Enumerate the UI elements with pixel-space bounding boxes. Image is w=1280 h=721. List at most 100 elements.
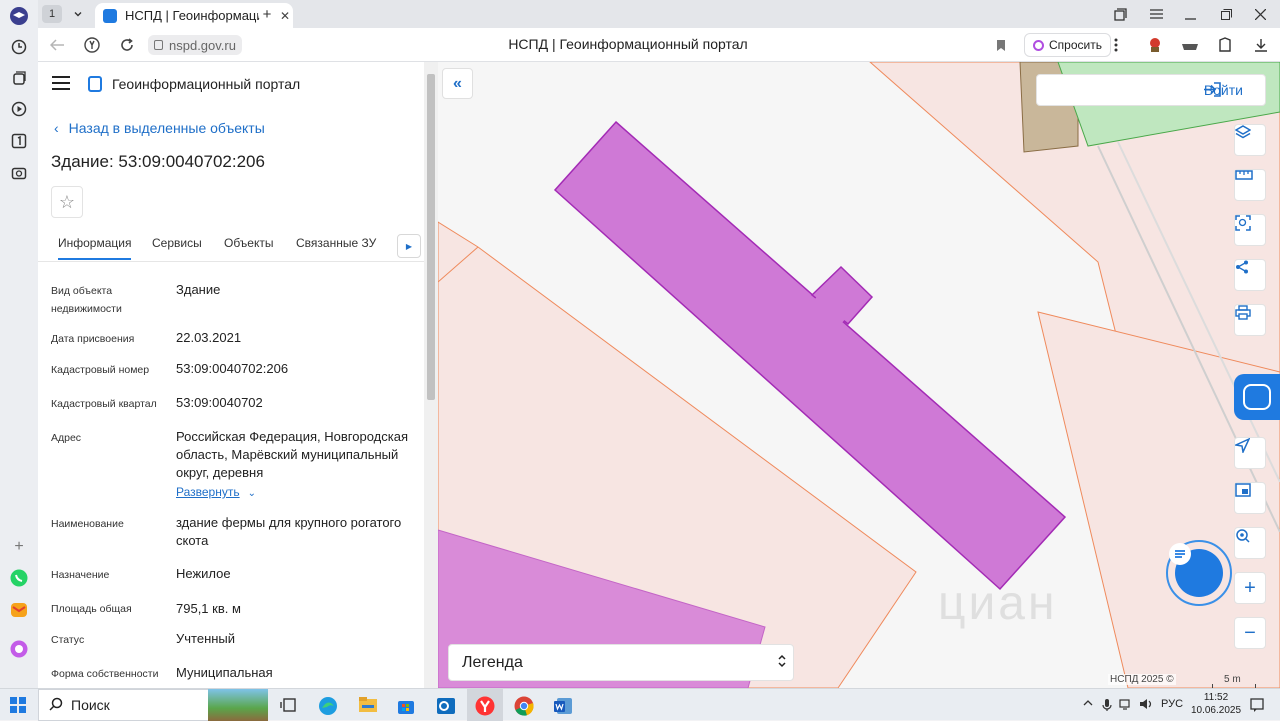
back-to-selected-link[interactable]: ‹ Назад в выделенные объекты [54, 120, 265, 136]
search-label: Поиск [71, 697, 110, 713]
restore-icon[interactable] [1212, 4, 1240, 24]
collapse-panel-icon[interactable]: « [442, 68, 473, 99]
back-arrow-icon[interactable] [46, 35, 68, 55]
share-icon[interactable] [1234, 259, 1266, 291]
task-view-icon[interactable] [280, 696, 300, 714]
property-label: Вид объекта недвижимости [51, 285, 122, 315]
tab-count-button[interactable]: 1 [42, 5, 62, 23]
mail-icon[interactable] [9, 600, 29, 620]
print-icon[interactable] [1234, 304, 1266, 336]
edge-browser-icon[interactable] [318, 696, 338, 715]
tab-strip: 1 НСПД | Геоинформацио ✕ + [38, 0, 1280, 28]
screenshot-icon[interactable] [9, 163, 29, 183]
menu-icon[interactable] [1142, 4, 1170, 24]
notifications-icon[interactable] [1250, 698, 1264, 715]
geolocation-icon[interactable] [1234, 437, 1266, 469]
ask-button[interactable]: Спросить [1024, 33, 1111, 57]
download-icon[interactable] [1250, 35, 1272, 55]
scrollbar-thumb[interactable] [427, 74, 435, 400]
property-label: Площадь общая [51, 603, 132, 615]
tab-objects[interactable]: Объекты [224, 236, 274, 250]
more-options-icon[interactable] [1105, 35, 1127, 55]
bookmark-icon[interactable] [990, 35, 1012, 55]
hamburger-menu-icon[interactable] [52, 76, 70, 90]
page-title: НСПД | Геоинформационный портал [508, 36, 748, 52]
chrome-icon[interactable] [514, 696, 534, 716]
minimap-icon[interactable] [1234, 482, 1266, 514]
tab-title: НСПД | Геоинформацио [125, 8, 271, 23]
zoom-out-icon[interactable]: − [1234, 617, 1266, 649]
property-label: Статус [51, 634, 85, 646]
property-label: Наименование [51, 518, 124, 530]
zoom-in-icon[interactable]: + [1234, 572, 1266, 604]
whatsapp-icon[interactable] [9, 568, 29, 588]
layers-icon[interactable] [1234, 124, 1266, 156]
alice-icon[interactable] [9, 639, 29, 659]
tabs-scroll-right-icon[interactable]: ▶ [397, 234, 421, 258]
login-box: Войти [1036, 74, 1266, 106]
feedback-button[interactable] [1234, 374, 1280, 420]
yandex-icon[interactable] [81, 35, 103, 55]
close-window-icon[interactable] [1246, 4, 1274, 24]
tab-count: 1 [48, 8, 56, 20]
login-button[interactable]: Войти [1203, 82, 1251, 98]
tray-expand-icon[interactable] [1083, 698, 1093, 710]
windows-start-icon[interactable] [10, 697, 26, 713]
windows-taskbar: Поиск РУС 11:52 10.06.2025 [0, 688, 1280, 721]
expand-address-link[interactable]: Развернуть ⌄ [176, 485, 256, 499]
property-label: Кадастровый номер [51, 364, 150, 376]
legend-panel[interactable]: Легенда [448, 644, 794, 681]
tab-information[interactable]: Информация [58, 236, 132, 260]
volume-icon[interactable] [1139, 698, 1153, 713]
property-label: Форма собственности [51, 668, 159, 680]
minimize-icon[interactable] [1176, 4, 1204, 24]
map-canvas[interactable]: циан « Войти + − Легенда НСПД 2025 © 5 m [438, 62, 1280, 688]
tab-related-parcels[interactable]: Связанные ЗУ [296, 236, 376, 250]
profile-icon[interactable] [9, 6, 29, 26]
address-bar: nspd.gov.ru НСПД | Геоинформационный пор… [38, 28, 1280, 62]
url-field[interactable]: nspd.gov.ru [148, 35, 242, 55]
chevron-left-icon: ‹ [54, 120, 59, 136]
hat-extension-icon[interactable] [1179, 35, 1201, 55]
collections-icon[interactable] [9, 68, 29, 88]
alice-ask-icon [1033, 39, 1044, 51]
store-icon[interactable] [396, 696, 416, 714]
property-label: Назначение [51, 569, 110, 581]
add-panel-icon[interactable]: + [9, 537, 29, 557]
panel-scrollbar[interactable] [424, 62, 438, 688]
tab-list-button[interactable] [68, 5, 88, 23]
favorite-star-icon[interactable]: ☆ [51, 186, 83, 218]
ask-label: Спросить [1049, 38, 1102, 52]
network-icon[interactable] [1119, 698, 1133, 713]
search-highlight-image[interactable] [208, 689, 268, 721]
portal-logo-icon [88, 76, 102, 92]
reload-icon[interactable] [116, 35, 138, 55]
property-value: Муниципальная [176, 665, 273, 680]
object-title: Здание: 53:09:0040702:206 [51, 152, 265, 171]
video-icon[interactable] [9, 99, 29, 119]
chat-button[interactable] [1166, 540, 1232, 606]
new-tab-button[interactable]: + [258, 5, 276, 23]
input-language[interactable]: РУС [1161, 698, 1183, 710]
cian-watermark: циан [938, 577, 1058, 630]
tab-services[interactable]: Сервисы [152, 236, 202, 250]
outlook-icon[interactable] [436, 696, 456, 714]
clock[interactable]: 11:52 10.06.2025 [1188, 691, 1244, 717]
extension-icon[interactable] [1144, 35, 1166, 55]
channel-one-icon[interactable] [9, 131, 29, 151]
microphone-icon[interactable] [1102, 698, 1112, 715]
word-icon[interactable] [553, 696, 573, 714]
chat-icon [1169, 543, 1223, 597]
expand-label: Развернуть [176, 485, 240, 499]
history-icon[interactable] [9, 37, 29, 57]
ruler-icon[interactable] [1234, 169, 1266, 201]
location-search-icon[interactable] [1234, 527, 1266, 559]
yandex-browser-icon[interactable] [475, 696, 495, 716]
file-explorer-icon[interactable] [358, 696, 378, 714]
tab-collections-icon[interactable] [1106, 4, 1134, 24]
search-icon [49, 697, 63, 714]
clipboard-icon[interactable] [1214, 35, 1236, 55]
object-info-panel: Геоинформационный портал ‹ Назад в выделе… [38, 62, 424, 688]
select-area-icon[interactable] [1234, 214, 1266, 246]
close-tab-icon[interactable]: ✕ [277, 9, 293, 23]
